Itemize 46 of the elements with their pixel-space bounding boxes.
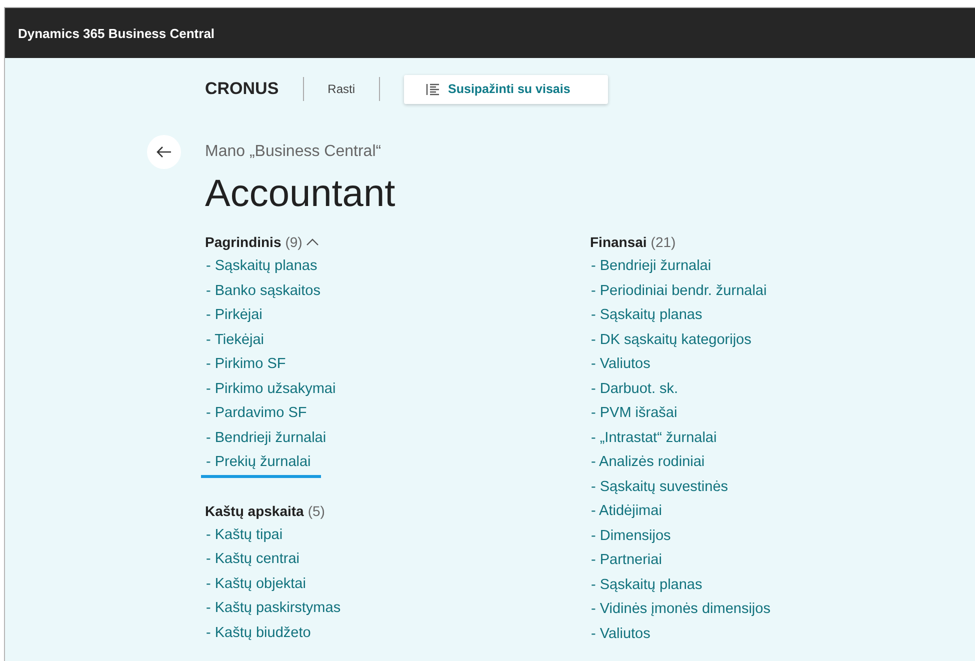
nav-link[interactable]: - Pirkimo užsakymai <box>205 376 346 404</box>
nav-link[interactable]: - Banko sąskaitos <box>205 278 330 306</box>
back-arrow-icon <box>156 146 172 158</box>
nav-link[interactable]: - Kaštų biudžeto <box>205 620 321 648</box>
nav-link[interactable]: - Kaštų paskirstymas <box>205 596 351 624</box>
nav-link[interactable]: - Kaštų centrai <box>205 547 310 574</box>
nav-link[interactable]: - Sąskaitų suvestinės <box>590 474 738 502</box>
nav-link[interactable]: - Valiutos <box>590 622 660 649</box>
back-button[interactable] <box>147 135 181 169</box>
nav-link[interactable]: - Vidinės įmonės dimensijos <box>590 597 780 624</box>
nav-link[interactable]: - Sąskaitų planas <box>205 254 328 282</box>
nav-link[interactable]: - Dimensijos <box>590 524 681 551</box>
nav-link[interactable]: - PVM išrašai <box>590 401 688 428</box>
nav-link[interactable]: - Bendrieji žurnalai <box>590 254 722 282</box>
group-count: (21) <box>650 234 676 250</box>
nav-link[interactable]: - Pardavimo SF <box>205 401 317 428</box>
group-title[interactable]: Finansai <box>590 234 647 250</box>
nav-link[interactable]: - Sąskaitų planas <box>590 303 712 330</box>
company-name: CRONUS <box>205 79 279 99</box>
search-link[interactable]: Rasti <box>328 82 356 96</box>
nav-link[interactable]: - Pirkėjai <box>205 303 272 330</box>
caret-up-icon[interactable] <box>306 238 320 246</box>
list-icon <box>426 82 440 96</box>
page-title: Accountant <box>205 173 396 216</box>
nav-link[interactable]: - Periodiniai bendr. žurnalai <box>590 278 777 306</box>
nav-link[interactable]: - Analizės rodiniai <box>590 450 715 478</box>
nav-link[interactable]: - Kaštų objektai <box>205 572 316 599</box>
nav-link[interactable]: - Prekių žurnalai <box>201 450 321 478</box>
nav-link[interactable]: - DK sąskaitų kategorijos <box>590 328 762 355</box>
group-count: (5) <box>308 502 325 518</box>
nav-link[interactable]: - Bendrieji žurnalai <box>205 426 336 453</box>
nav-link[interactable]: - Darbuot. sk. <box>590 376 688 404</box>
nav-link[interactable]: - Partneriai <box>590 548 672 576</box>
nav-link[interactable]: - Sąskaitų planas <box>590 572 712 600</box>
nav-link[interactable]: - Valiutos <box>590 352 660 380</box>
group-count: (9) <box>285 234 302 250</box>
app-title: Dynamics 365 Business Central <box>18 26 215 40</box>
explore-button[interactable]: Susipažinti su visais <box>404 74 608 104</box>
group-title[interactable]: Kaštų apskaita <box>205 502 304 518</box>
breadcrumb: Mano „Business Central“ <box>205 143 382 161</box>
nav-link[interactable]: - „Intrastat“ žurnalai <box>590 426 727 453</box>
nav-link[interactable]: - Kaštų tipai <box>205 522 293 550</box>
nav-link[interactable]: - Pirkimo SF <box>205 352 296 380</box>
group-title[interactable]: Pagrindinis <box>205 234 282 250</box>
nav-link[interactable]: - Tiekėjai <box>205 328 274 355</box>
nav-link[interactable]: - Atidėjimai <box>590 499 672 526</box>
